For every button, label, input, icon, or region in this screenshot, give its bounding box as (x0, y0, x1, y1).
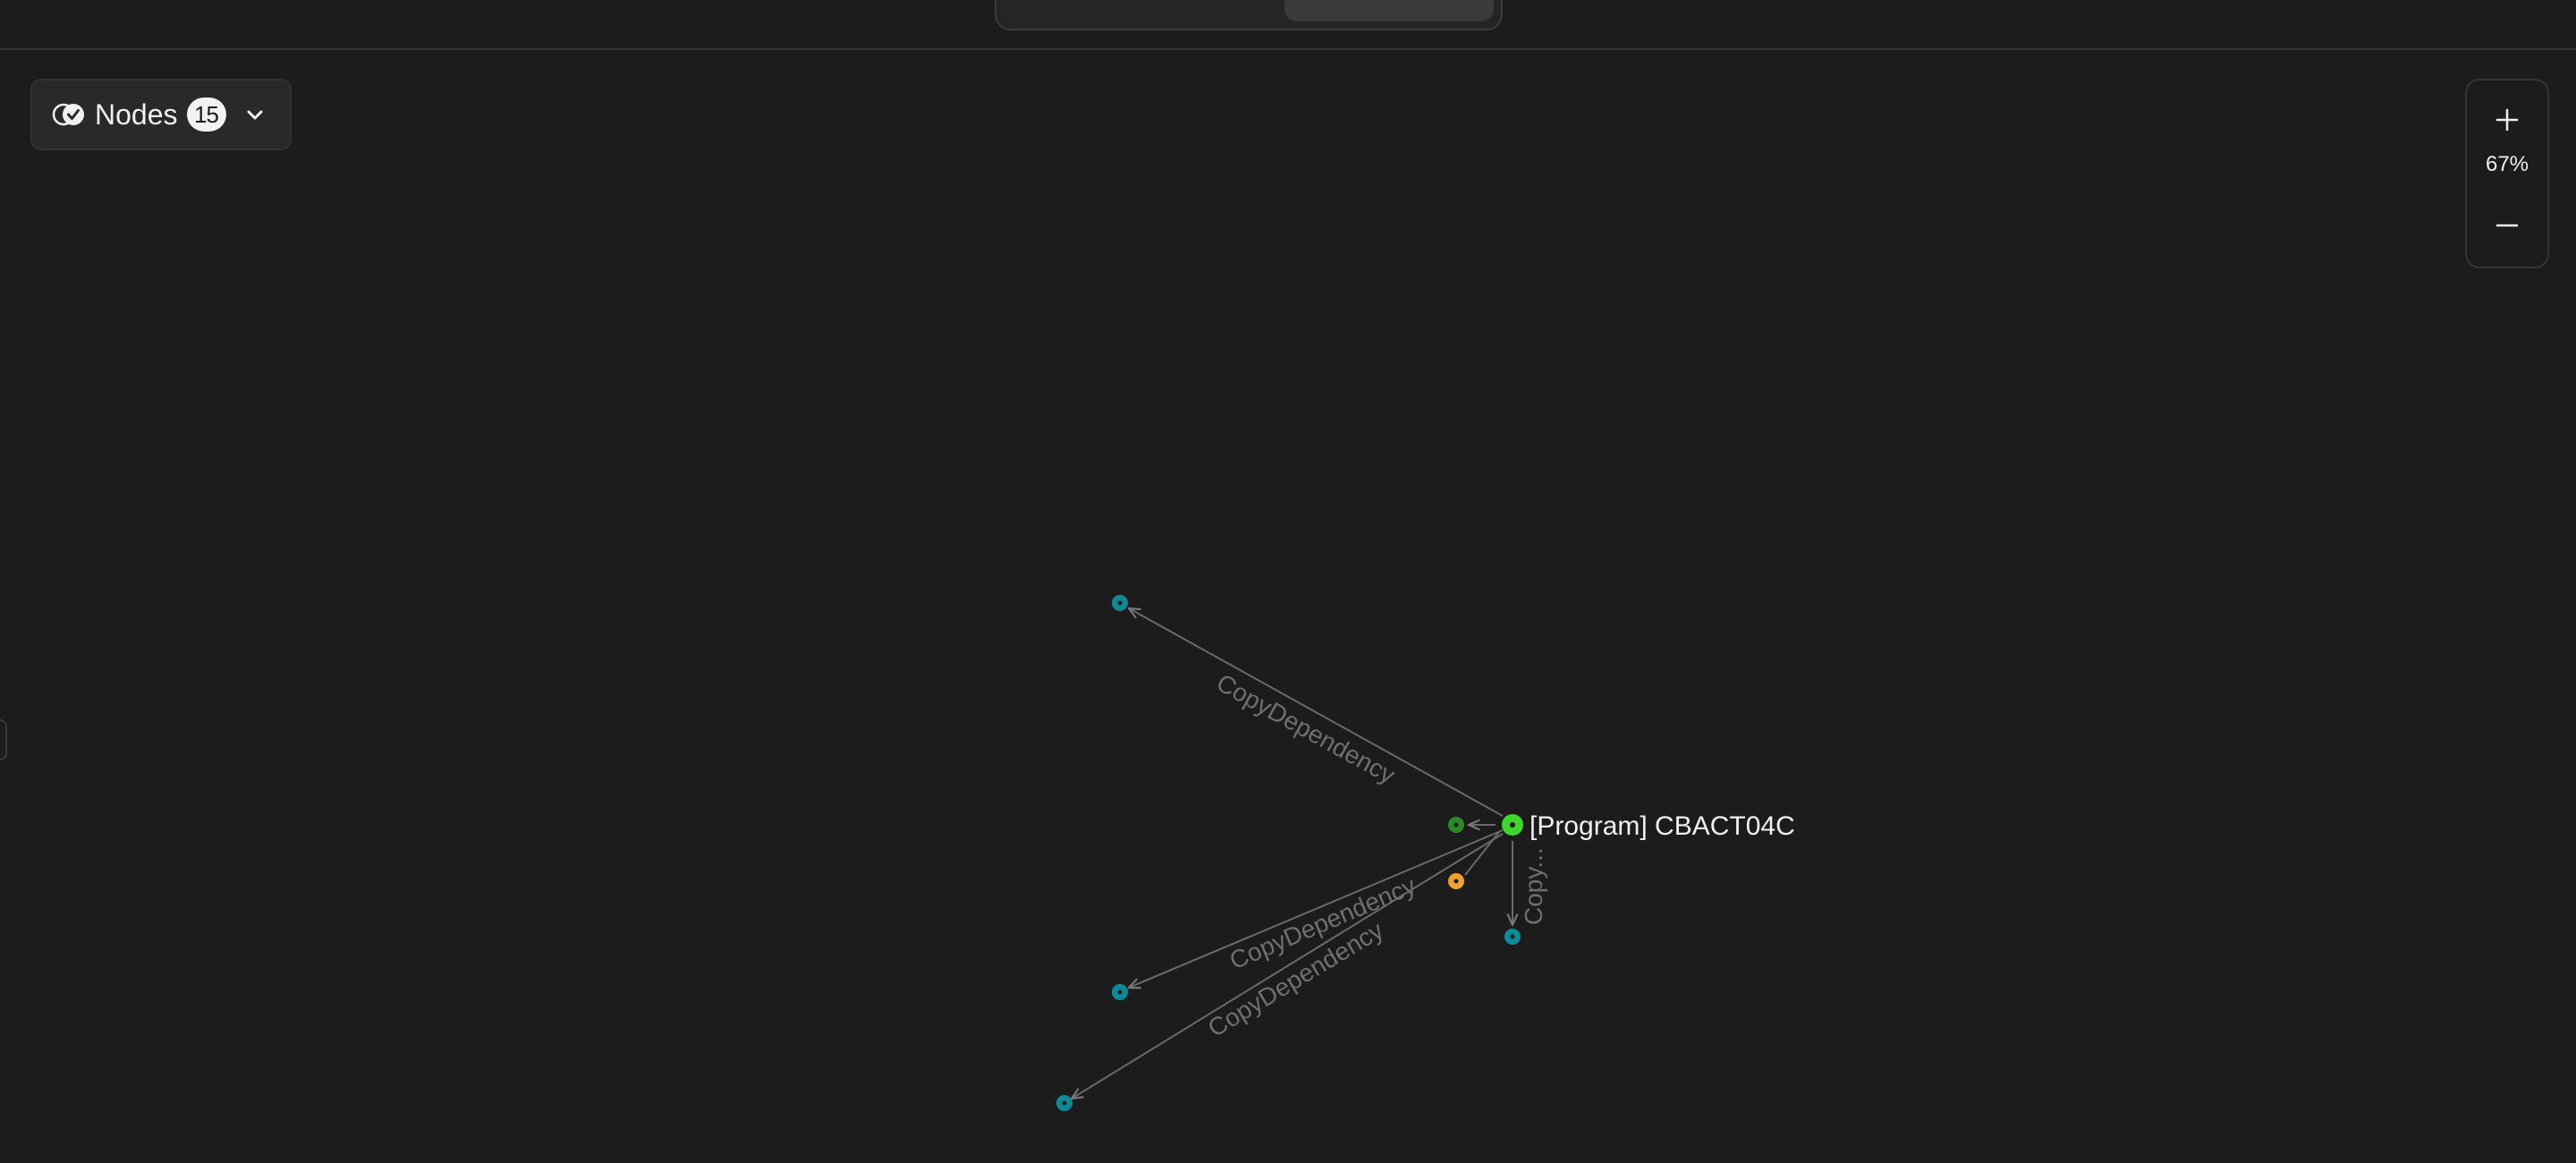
edge-label-upper-left: CopyDependency (1212, 668, 1400, 789)
nodes-filter-dropdown[interactable]: Nodes 15 (30, 79, 292, 150)
minus-icon (2496, 224, 2519, 227)
root-node-label[interactable]: [Program] CBACT04C (1530, 811, 1795, 841)
graph-canvas[interactable]: CopyDependency CopyDependency CopyDepend… (0, 0, 2576, 1163)
edges (1072, 608, 1513, 1099)
node-root-program[interactable] (1502, 814, 1523, 836)
zoom-in-button[interactable] (2467, 95, 2547, 145)
node-copy-upper-left[interactable] (1112, 595, 1128, 611)
nodes-label: Nodes (95, 98, 178, 131)
nodes-count-badge: 15 (186, 98, 226, 132)
zoom-out-button[interactable] (2467, 200, 2547, 250)
node-copy-below[interactable] (1504, 929, 1521, 945)
edge-upper-left[interactable] (1129, 608, 1504, 817)
zoom-level: 67% (2485, 152, 2529, 176)
edge-label-down: Copy... (1520, 847, 1547, 925)
node-copy-bottom-left[interactable] (1056, 1095, 1072, 1111)
chevron-down-icon[interactable] (242, 102, 267, 127)
plus-icon (2496, 108, 2519, 132)
node-orange[interactable] (1448, 873, 1464, 889)
edge-bottom-left[interactable] (1072, 833, 1504, 1099)
zoom-controls: 67% (2465, 79, 2549, 268)
node-copy-lower-left[interactable] (1112, 984, 1128, 1000)
node-green-related[interactable] (1448, 817, 1464, 833)
toggle-check-icon (52, 101, 86, 128)
nodes: [Program] CBACT04C (1056, 595, 1795, 1111)
